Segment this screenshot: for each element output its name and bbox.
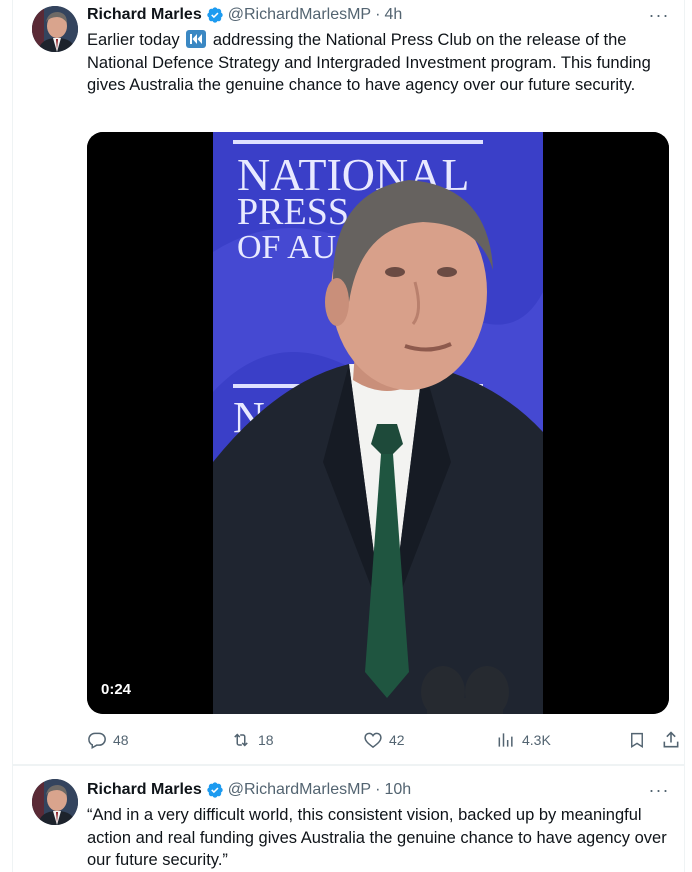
bookmark-icon	[631, 732, 643, 749]
heart-icon	[364, 732, 382, 749]
repost-icon	[234, 733, 248, 747]
verified-badge-icon	[206, 781, 224, 799]
timestamp[interactable]: 10h	[384, 781, 411, 799]
repost-count: 18	[258, 732, 274, 748]
author-name[interactable]: Richard Marles	[87, 781, 202, 799]
video-frame: NATIONAL PRESS OF AU NA	[87, 132, 669, 714]
views-button[interactable]: 4.3K	[496, 728, 551, 752]
author-handle[interactable]: @RichardMarlesMP	[228, 781, 371, 799]
tweet-text: Earlier today addressing the National Pr…	[87, 29, 677, 97]
repost-button[interactable]: 18	[230, 728, 274, 752]
separator-dot: ·	[375, 781, 381, 798]
video-player[interactable]: NATIONAL PRESS OF AU NA	[87, 132, 669, 714]
reply-count: 48	[113, 732, 129, 748]
tweet-text: “And in a very difficult world, this con…	[87, 806, 667, 869]
view-count: 4.3K	[522, 732, 551, 748]
author-handle[interactable]: @RichardMarlesMP	[228, 6, 371, 24]
tweet[interactable]: Richard Marles @RichardMarlesMP · 4h ···…	[13, 0, 684, 764]
like-count: 42	[389, 732, 405, 748]
avatar[interactable]	[32, 6, 78, 52]
share-icon	[663, 731, 679, 748]
tweet-header: Richard Marles @RichardMarlesMP · 4h	[87, 4, 402, 26]
analytics-icon	[498, 733, 513, 747]
separator-dot: ·	[375, 6, 381, 23]
backdrop-text-line-2: PRESS	[237, 191, 349, 233]
author-name[interactable]: Richard Marles	[87, 6, 202, 24]
tweet[interactable]: Richard Marles @RichardMarlesMP · 10h ··…	[13, 766, 684, 872]
verified-badge-icon	[206, 6, 224, 24]
more-options-button[interactable]: ···	[648, 779, 670, 801]
rewind-icon	[186, 30, 207, 48]
tweet-header: Richard Marles @RichardMarlesMP · 10h	[87, 779, 411, 801]
timeline-border-right	[684, 0, 685, 872]
backdrop-text-line-3: OF AU	[237, 229, 336, 266]
action-bar: 48 18 42 4.3K	[87, 728, 679, 752]
avatar[interactable]	[32, 779, 78, 825]
share-button[interactable]	[659, 728, 683, 752]
video-duration: 0:24	[101, 681, 132, 698]
timestamp[interactable]: 4h	[384, 6, 402, 24]
bookmark-button[interactable]	[625, 728, 649, 752]
more-options-button[interactable]: ···	[648, 4, 670, 26]
timeline: Richard Marles @RichardMarlesMP · 4h ···…	[0, 0, 692, 872]
reply-icon	[88, 732, 106, 750]
reply-button[interactable]: 48	[87, 728, 129, 752]
tweet-text-start: Earlier today	[87, 31, 180, 49]
like-button[interactable]: 42	[363, 728, 405, 752]
